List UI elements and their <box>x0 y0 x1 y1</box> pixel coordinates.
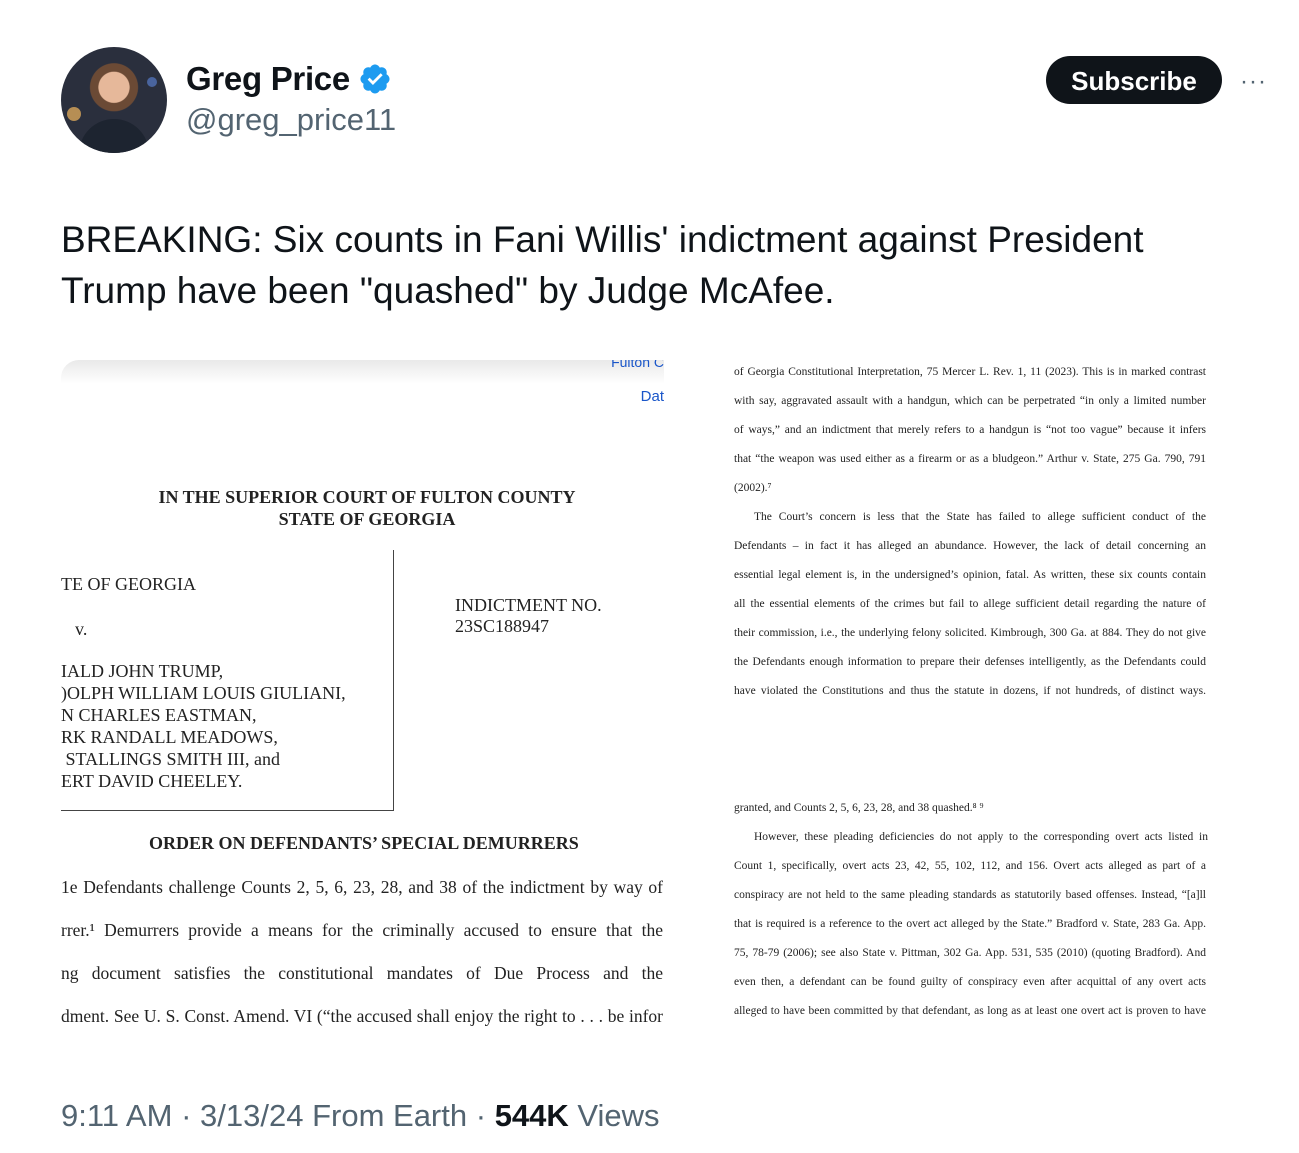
indictment-value: 23SC188947 <box>455 616 550 636</box>
order-body-line: dment. See U. S. Const. Amend. VI (“the … <box>61 1006 663 1026</box>
opinion-line: Count 1, specifically, overt acts 23, 42… <box>734 860 1206 872</box>
opinion-line: their commission, i.e., the underlying f… <box>734 627 1206 639</box>
defendant-name: STALLINGS SMITH III, and <box>61 749 281 769</box>
opinion-line: that “the weapon was used either as a fi… <box>734 453 1206 465</box>
subscribe-button[interactable]: Subscribe <box>1046 56 1222 104</box>
opinion-line: granted, and Counts 2, 5, 6, 23, 28, and… <box>734 802 984 814</box>
opinion-line: alleged to have been committed by that d… <box>734 1005 1206 1017</box>
meta-separator: · <box>181 1098 192 1133</box>
browser-date-text: Dat <box>640 388 664 405</box>
opinion-line: that is required is a reference to the o… <box>734 918 1206 930</box>
author-avatar[interactable] <box>61 47 167 153</box>
opinion-line: (2002).⁷ <box>734 482 772 494</box>
opinion-line: The Court’s concern is less that the Sta… <box>754 511 1206 523</box>
tweet-meta: 9:11 AM · 3/13/24 From Earth · 544K View… <box>61 1098 660 1134</box>
author-handle[interactable]: @greg_price11 <box>186 102 396 138</box>
tweet-time[interactable]: 9:11 AM <box>61 1098 172 1133</box>
avatar-bokeh-light <box>67 107 81 121</box>
opinion-line: with say, aggravated assault with a hand… <box>734 395 1206 407</box>
order-title: ORDER ON DEFENDANTS’ SPECIAL DEMURRERS <box>149 833 579 853</box>
document-image-left[interactable]: Fulton C Dat IN THE SUPERIOR COURT OF FU… <box>61 360 664 1040</box>
screenshot-shadow <box>61 360 664 384</box>
order-body-line: ng document satisfies the constitutional… <box>61 963 663 983</box>
browser-header-text: Fulton C <box>611 360 664 370</box>
opinion-line: However, these pleading deficiencies do … <box>754 831 1208 843</box>
versus-text: v. <box>75 619 88 639</box>
views-label: Views <box>577 1098 660 1133</box>
opinion-line: all the essential elements of the crimes… <box>734 598 1206 610</box>
meta-separator: · <box>475 1098 487 1133</box>
opinion-line: 75, 78-79 (2006); see also State v. Pitt… <box>734 947 1206 959</box>
verified-badge-icon <box>360 64 390 94</box>
opinion-line: the Defendants enough information to pre… <box>734 656 1206 668</box>
opinion-line: essential legal element is, in the under… <box>734 569 1206 581</box>
tweet-source: From Earth <box>312 1098 468 1133</box>
document-image-right[interactable]: of Georgia Constitutional Interpretation… <box>734 360 1241 1040</box>
views-count: 544K <box>494 1098 569 1133</box>
defendant-name: ERT DAVID CHEELEY. <box>61 771 243 791</box>
opinion-line: of Georgia Constitutional Interpretation… <box>734 366 1206 378</box>
party-state: TE OF GEORGIA <box>61 574 196 594</box>
defendant-name: )OLPH WILLIAM LOUIS GIULIANI, <box>61 683 346 703</box>
court-heading-line2: STATE OF GEORGIA <box>278 509 456 529</box>
order-body-line: 1e Defendants challenge Counts 2, 5, 6, … <box>61 877 663 897</box>
court-heading-line1: IN THE SUPERIOR COURT OF FULTON COUNTY <box>158 487 576 507</box>
avatar-shirt <box>79 119 149 153</box>
order-body-line: rrer.¹ Demurrers provide a means for the… <box>61 920 663 940</box>
author-name[interactable]: Greg Price <box>186 60 350 98</box>
defendant-name: N CHARLES EASTMAN, <box>61 705 257 725</box>
tweet-media[interactable]: Fulton C Dat IN THE SUPERIOR COURT OF FU… <box>61 360 1241 1040</box>
more-options-icon[interactable]: ··· <box>1240 68 1267 96</box>
indictment-label: INDICTMENT NO. <box>455 595 602 615</box>
tweet-text: BREAKING: Six counts in Fani Willis' ind… <box>61 219 1144 311</box>
opinion-line: Defendants – in fact it has alleged an a… <box>734 540 1206 552</box>
opinion-line: conspiracy are not held to the same plea… <box>734 889 1206 901</box>
defendant-name: RK RANDALL MEADOWS, <box>61 727 278 747</box>
opinion-line: have violated the Constitutions and thus… <box>734 685 1206 697</box>
indictment-number: INDICTMENT NO. 23SC188947 <box>455 595 602 637</box>
tweet-date[interactable]: 3/13/24 <box>200 1098 303 1133</box>
opinion-line: of ways,” and an indictment that merely … <box>734 424 1206 436</box>
defendant-name: IALD JOHN TRUMP, <box>61 661 224 681</box>
avatar-bokeh-light <box>147 77 157 87</box>
opinion-line: even then, a defendant can be found guil… <box>734 976 1206 988</box>
